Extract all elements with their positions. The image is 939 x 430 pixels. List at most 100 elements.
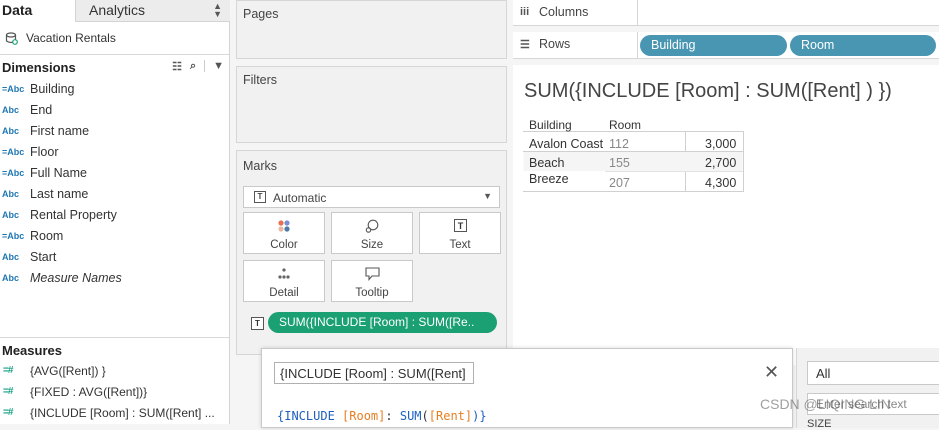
field-label: Room: [30, 229, 64, 243]
filters-card[interactable]: Filters: [236, 66, 507, 143]
dimension-field-last-name[interactable]: Abc Last name: [0, 185, 229, 206]
divider: [204, 60, 206, 72]
tooltip-label: Tooltip: [355, 287, 389, 299]
measures-header: Measures: [0, 337, 229, 361]
detail-label: Detail: [269, 287, 299, 299]
detail-button[interactable]: Detail: [243, 260, 325, 302]
field-label: Last name: [30, 187, 89, 201]
list-view-icon[interactable]: ☷: [172, 60, 182, 73]
measure-field-fixed-avg-rent[interactable]: =# {FIXED : AVG([Rent])}: [0, 383, 229, 404]
table-value[interactable]: 2,700: [705, 156, 736, 170]
calculated-measure-icon: =#: [3, 407, 13, 418]
rows-shelf[interactable]: ☰ Rows Building Room: [513, 32, 939, 59]
color-dots-icon: [244, 219, 324, 233]
text-mark-icon: T: [254, 191, 266, 203]
row-header-room: 207: [609, 176, 630, 190]
row-header-room: 155: [609, 156, 630, 170]
row-header-building: Avalon Coast: [529, 137, 604, 151]
measure-field-include-room[interactable]: =# {INCLUDE [Room] : SUM([Rent] ...: [0, 404, 229, 425]
data-pane: Data Analytics ▲ ▼ Vacation Rentals Dimen…: [0, 0, 230, 424]
dimensions-header: Dimensions ☷ ⌕ ▼: [0, 54, 229, 78]
rows-shelf-label: ☰ Rows: [513, 32, 638, 58]
pages-title: Pages: [243, 7, 279, 21]
string-type-icon: Abc: [2, 273, 20, 283]
dimension-field-building[interactable]: =Abc Building: [0, 80, 229, 101]
string-type-icon: =Abc: [2, 168, 25, 178]
dimension-field-start[interactable]: Abc Start: [0, 248, 229, 269]
string-type-icon: Abc: [2, 189, 20, 199]
calculated-measure-icon: =#: [3, 365, 13, 376]
search-icon[interactable]: ⌕: [190, 60, 196, 73]
dimension-field-measure-names[interactable]: Abc Measure Names: [0, 269, 229, 290]
tab-data[interactable]: Data: [0, 0, 75, 22]
dimension-field-floor[interactable]: =Abc Floor: [0, 143, 229, 164]
calculation-name-input[interactable]: {INCLUDE [Room] : SUM([Rent]: [274, 362, 474, 384]
filters-title: Filters: [243, 73, 278, 87]
row-pill-building[interactable]: Building: [640, 35, 787, 56]
table-value[interactable]: 4,300: [705, 176, 736, 190]
datasource-icon: [5, 32, 18, 45]
dimension-field-first-name[interactable]: Abc First name: [0, 122, 229, 143]
dimension-field-room[interactable]: =Abc Room: [0, 227, 229, 248]
string-type-icon: =Abc: [2, 231, 25, 241]
table-value[interactable]: 3,000: [705, 137, 736, 151]
tab-analytics[interactable]: Analytics ▲ ▼: [75, 0, 230, 22]
view-canvas: SUM({INCLUDE [Room] : SUM([Rent] ) }) Bu…: [513, 65, 939, 365]
string-type-icon: Abc: [2, 105, 20, 115]
column-header-room: Room: [609, 118, 642, 132]
row-header-building: Breeze: [529, 172, 569, 186]
formula-editor[interactable]: {INCLUDE [Room]: SUM([Rent])}: [277, 409, 487, 423]
measure-field-avg-rent[interactable]: =# {AVG([Rent]) }: [0, 362, 229, 383]
dimension-field-full-name[interactable]: =Abc Full Name: [0, 164, 229, 185]
sort-arrows-icon: ▲ ▼: [213, 1, 222, 19]
size-button[interactable]: Size: [331, 212, 413, 254]
rows-icon: ☰: [520, 39, 530, 51]
field-label: Full Name: [30, 166, 87, 180]
close-icon[interactable]: ✕: [764, 362, 779, 382]
row-pill-room[interactable]: Room: [790, 35, 936, 56]
formula-text: :: [385, 409, 400, 423]
text-measure-pill[interactable]: SUM({INCLUDE [Room] : SUM([Re..: [268, 312, 497, 333]
field-label: Building: [30, 82, 75, 96]
column-header-building: Building: [529, 118, 572, 132]
mark-type-select[interactable]: T Automatic ▼: [243, 186, 500, 208]
speech-bubble-icon: [332, 267, 412, 281]
size-label: Size: [360, 239, 384, 251]
size-icon: [332, 219, 412, 233]
text-label: Text: [449, 239, 471, 251]
calculation-editor: {INCLUDE [Room] : SUM([Rent] ✕ {INCLUDE …: [261, 348, 793, 428]
svg-text:T: T: [457, 221, 463, 231]
columns-label: Columns: [539, 5, 589, 19]
field-label: {FIXED : AVG([Rent])}: [30, 385, 148, 399]
text-icon: T: [420, 219, 500, 233]
rows-label: Rows: [539, 37, 571, 51]
field-label: {INCLUDE [Room] : SUM([Rent] ...: [30, 406, 215, 420]
columns-shelf[interactable]: iii Columns: [513, 0, 939, 26]
row-header-building: Beach: [529, 156, 565, 170]
tooltip-button[interactable]: Tooltip: [331, 260, 413, 302]
string-type-icon: Abc: [2, 126, 20, 136]
function-category-select[interactable]: All: [807, 361, 939, 385]
pages-card[interactable]: Pages: [236, 0, 507, 59]
dimensions-tools: ☷ ⌕ ▼: [172, 60, 224, 73]
datasource-item[interactable]: Vacation Rentals: [0, 26, 230, 50]
formula-keyword: {INCLUDE: [277, 409, 343, 423]
watermark: CSDN @LIQING LIN: [760, 396, 891, 412]
view-title: SUM({INCLUDE [Room] : SUM([Rent] ) }): [524, 80, 892, 102]
chevron-down-icon: ▼: [483, 191, 492, 201]
formula-function: SUM: [399, 409, 422, 423]
field-label: Floor: [30, 145, 59, 159]
field-label: First name: [30, 124, 90, 138]
field-label: Start: [30, 250, 57, 264]
mark-type-value: Automatic: [273, 191, 327, 205]
text-button[interactable]: T Text: [419, 212, 501, 254]
field-label: End: [30, 103, 53, 117]
formula-field: [Room]: [342, 409, 386, 423]
chevron-down-icon[interactable]: ▼: [213, 60, 224, 73]
function-list-item[interactable]: SIZE: [807, 418, 831, 430]
formula-field: [Rent]: [428, 409, 473, 423]
dimension-field-rental-property[interactable]: Abc Rental Property: [0, 206, 229, 227]
columns-icon: iii: [520, 6, 530, 18]
color-button[interactable]: Color: [243, 212, 325, 254]
dimension-field-end[interactable]: Abc End: [0, 101, 229, 122]
